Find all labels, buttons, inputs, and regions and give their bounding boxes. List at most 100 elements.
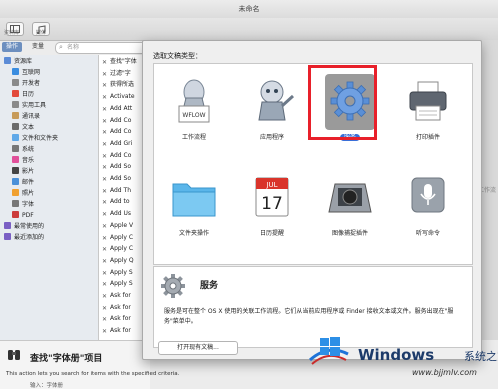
action-item[interactable]: ✕ Add Co <box>101 127 131 137</box>
action-item[interactable]: ✕ Ask for <box>101 314 131 324</box>
watermark-sub: 系统之家 <box>464 350 498 363</box>
action-item[interactable]: ✕ Add Att <box>101 104 132 114</box>
action-item[interactable]: ✕ Apply S <box>101 268 133 278</box>
action-item[interactable]: ✕ Activate <box>101 92 135 102</box>
action-item[interactable]: ✕ Add So <box>101 162 131 172</box>
action-item[interactable]: ✕ Add So <box>101 174 131 184</box>
library-item[interactable]: 最近添加的 <box>4 233 44 243</box>
category-icon <box>12 68 19 75</box>
action-item[interactable]: ✕ Add Gri <box>101 139 132 149</box>
search-placeholder: 名称 <box>67 44 80 51</box>
library-item[interactable]: 系统 <box>12 145 34 155</box>
tab-actions[interactable]: 操作 <box>2 42 23 52</box>
category-icon <box>4 57 11 64</box>
action-item[interactable]: ✕ Apply S <box>101 279 133 289</box>
document-type-dialog: 选取文稿类型： WFLOW 工作流程 应用程序 服务 打印插件 文件夹操作 JU… <box>142 40 482 360</box>
library-item[interactable]: 日历 <box>12 90 34 100</box>
doc-type-workflow[interactable]: WFLOW 工作流程 <box>156 72 232 150</box>
library-item[interactable]: 音乐 <box>12 156 34 166</box>
window-title: 未命名 <box>238 5 260 13</box>
search-input[interactable]: ⌕ 名称 <box>55 42 149 54</box>
library-item[interactable]: 文本 <box>12 123 34 133</box>
action-item[interactable]: ✕ Add Co <box>101 151 131 161</box>
printer-icon <box>409 81 447 121</box>
library-item[interactable]: 文件和文件夹 <box>12 134 58 144</box>
library-item[interactable]: 照片 <box>12 189 34 199</box>
action-icon: ✕ <box>101 269 108 277</box>
action-item[interactable]: ✕ Ask for <box>101 326 131 336</box>
action-item-label: Ask for <box>110 327 131 335</box>
action-item-label: Add Gri <box>110 139 133 147</box>
action-item-label: Add So <box>110 175 132 182</box>
workflow-badge: WFLOW <box>182 112 205 119</box>
library-item[interactable]: 资源库 <box>4 57 32 67</box>
category-icon <box>12 178 19 185</box>
library-item-label: 互联网 <box>22 69 41 76</box>
action-item[interactable]: ✕ Add to <box>101 197 130 207</box>
library-item-label: 最常使用的 <box>14 223 45 230</box>
search-icon: ⌕ <box>59 43 63 51</box>
action-icon: ✕ <box>101 176 108 183</box>
gear-icon <box>161 274 185 298</box>
doc-type-label: 听写命令 <box>415 230 440 237</box>
category-icon <box>12 112 19 119</box>
action-item-label: Add So <box>110 163 132 171</box>
action-item[interactable]: ✕ 获得所选 <box>101 80 134 90</box>
action-item[interactable]: ✕ Apply Q <box>101 256 134 266</box>
action-item[interactable]: ✕ 过滤"字 <box>101 69 131 79</box>
library-item[interactable]: 影片 <box>12 167 34 177</box>
doc-type-application[interactable]: 应用程序 <box>234 72 310 150</box>
category-icon <box>12 145 19 152</box>
microphone-icon <box>411 177 445 213</box>
action-icon: ✕ <box>101 199 108 207</box>
action-item[interactable]: ✕ 查找"字体 <box>101 57 137 67</box>
library-item-label: 文件和文件夹 <box>22 135 59 142</box>
selected-type-description: 服务是可在整个 OS X 使用的关联工作流程。它们从当前应用程序或 Finder… <box>164 308 454 325</box>
action-item[interactable]: ✕ Ask for <box>101 291 131 301</box>
library-item[interactable]: 最常使用的 <box>4 222 44 232</box>
library-item[interactable]: 通讯录 <box>12 112 40 122</box>
category-icon <box>12 167 19 174</box>
library-item[interactable]: 开发者 <box>12 79 40 89</box>
camera-icon <box>328 183 372 213</box>
library-item[interactable]: 互联网 <box>12 68 40 78</box>
action-item[interactable]: ✕ Apple V <box>101 221 133 231</box>
doc-type-image-capture[interactable]: 图像捕捉插件 <box>312 168 388 246</box>
action-icon: ✕ <box>101 117 108 125</box>
library-item[interactable]: 实用工具 <box>12 101 46 111</box>
action-item-label: Add to <box>110 198 130 206</box>
robot-icon <box>258 80 295 121</box>
library-item[interactable]: PDF <box>12 211 34 221</box>
action-icon: ✕ <box>101 129 108 137</box>
action-item-label: Activate <box>110 93 135 101</box>
open-existing-document-button[interactable]: 打开现有文稿... <box>158 341 238 355</box>
doc-type-label: 工作流程 <box>181 134 206 141</box>
calendar-day: 17 <box>261 194 283 214</box>
selected-type-title: 服务 <box>200 281 219 291</box>
action-item-label: 获得所选 <box>110 81 135 89</box>
category-icon <box>12 101 19 108</box>
red-highlight-box <box>308 65 377 140</box>
action-item[interactable]: ✕ Add Us <box>101 209 131 219</box>
action-icon: ✕ <box>101 222 108 230</box>
doc-type-print-plugin[interactable]: 打印插件 <box>390 72 466 150</box>
action-item[interactable]: ✕ Apply C <box>101 233 133 243</box>
doc-type-dictation-command[interactable]: 听写命令 <box>390 168 466 246</box>
library-item-label: 文本 <box>22 124 35 131</box>
tab-variables[interactable]: 变量 <box>28 42 48 52</box>
action-item[interactable]: ✕ Add Th <box>101 186 131 196</box>
library-item-label: 系统 <box>22 146 35 153</box>
library-item-label: 通讯录 <box>22 113 41 120</box>
action-item-label: Add Co <box>110 128 132 136</box>
action-item-label: Add Us <box>110 210 132 218</box>
doc-type-calendar-alarm[interactable]: JUL 17 日历提醒 <box>234 168 310 246</box>
library-item-label: 音乐 <box>22 157 35 164</box>
binoculars-icon <box>8 350 20 360</box>
library-item[interactable]: 字体 <box>12 200 34 210</box>
watermark: Windows 系统之家 www.bjjmlv.com <box>300 330 498 388</box>
action-item[interactable]: ✕ Add Co <box>101 116 131 126</box>
library-item[interactable]: 邮件 <box>12 178 34 188</box>
doc-type-folder-action[interactable]: 文件夹操作 <box>156 168 232 246</box>
action-item[interactable]: ✕ Ask for <box>101 303 131 313</box>
action-item[interactable]: ✕ Apply C <box>101 244 133 254</box>
